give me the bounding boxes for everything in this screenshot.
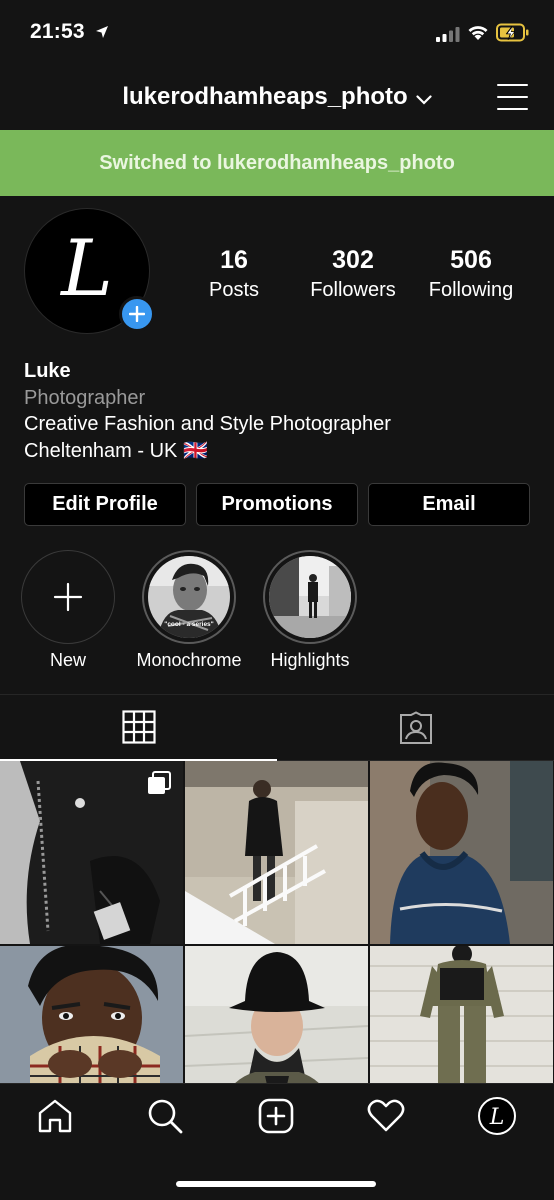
banner-text: Switched to lukerodhamheaps_photo [99, 151, 455, 174]
highlight-cover-image [269, 556, 351, 638]
promotions-button[interactable]: Promotions [196, 483, 358, 526]
plus-icon [129, 306, 145, 322]
account-switched-banner: Switched to lukerodhamheaps_photo [0, 130, 554, 196]
grid-post[interactable] [370, 946, 553, 1083]
bio-location: Cheltenham - UK 🇬🇧 [24, 439, 208, 462]
profile-header: lukerodhamheaps_photo [0, 68, 554, 130]
grid-post[interactable] [185, 761, 368, 944]
profile-name: Luke [24, 360, 71, 382]
grid-post[interactable] [0, 946, 183, 1083]
highlight-cover-text: "cool - a series" [164, 621, 214, 628]
stat-posts[interactable]: 16 Posts [196, 246, 272, 302]
nav-new-post[interactable] [256, 1096, 296, 1136]
hamburger-menu-icon[interactable] [497, 84, 528, 110]
grid-post[interactable] [370, 761, 553, 944]
stat-followers[interactable]: 302 Followers [298, 246, 408, 302]
profile-category: Photographer [24, 386, 146, 409]
profile-bio: Luke Photographer Creative Fashion and S… [24, 358, 534, 464]
highlight-highlights[interactable]: Highlights [250, 550, 370, 671]
email-button[interactable]: Email [368, 483, 530, 526]
profile-avatar-icon: L [478, 1097, 516, 1135]
clock: 21:53 [30, 20, 85, 43]
followers-label: Followers [310, 279, 396, 301]
activity-heart-icon [367, 1099, 405, 1132]
followers-count: 302 [332, 246, 374, 274]
nav-activity[interactable] [366, 1096, 406, 1136]
plus-icon [53, 582, 83, 612]
highlight-ring: "cool - a series" [142, 550, 236, 644]
signal-icon [436, 27, 460, 42]
highlight-label: New [49, 650, 86, 670]
tab-grid[interactable] [0, 695, 277, 761]
search-icon [148, 1099, 183, 1134]
nav-home[interactable] [35, 1096, 75, 1136]
highlight-ring [263, 550, 357, 644]
nav-profile[interactable]: L [477, 1096, 517, 1136]
highlight-cover-image: "cool - a series" [148, 556, 230, 638]
highlight-new[interactable]: New [8, 550, 128, 671]
posts-count: 16 [220, 246, 248, 274]
status-bar: 21:53 [0, 0, 554, 68]
wifi-icon [468, 26, 488, 40]
photo-grid [0, 761, 554, 1083]
account-switcher[interactable]: lukerodhamheaps_photo [0, 83, 554, 112]
nav-avatar-monogram: L [489, 1105, 505, 1130]
bottom-navigation: L [0, 1083, 554, 1200]
username-title: lukerodhamheaps_photo [122, 83, 408, 110]
home-icon [38, 1099, 72, 1133]
nav-search[interactable] [145, 1096, 185, 1136]
following-count: 506 [450, 246, 492, 274]
highlight-monochrome[interactable]: "cool - a series" Monochrome [129, 550, 249, 671]
highlight-label: Monochrome [136, 650, 242, 670]
tab-tagged[interactable] [277, 695, 554, 761]
new-post-icon [258, 1098, 294, 1134]
add-story-button[interactable] [119, 296, 155, 332]
stat-following[interactable]: 506 Following [420, 246, 522, 302]
following-label: Following [428, 279, 514, 301]
new-highlight-ring [21, 550, 115, 644]
chevron-down-icon [416, 84, 432, 112]
tagged-person-icon [399, 710, 432, 744]
multiple-posts-icon [148, 771, 171, 794]
location-arrow-icon [96, 26, 108, 38]
highlight-label: Highlights [270, 650, 350, 670]
profile-tabs [0, 694, 554, 761]
home-indicator[interactable] [176, 1181, 376, 1187]
battery-charging-icon [496, 23, 529, 42]
grid-post[interactable] [0, 761, 183, 944]
edit-profile-button[interactable]: Edit Profile [24, 483, 186, 526]
avatar-monogram: L [61, 224, 113, 314]
bio-line: Creative Fashion and Style Photographer [24, 413, 391, 435]
grid-icon [121, 710, 156, 744]
posts-label: Posts [208, 279, 260, 301]
grid-post[interactable] [185, 946, 368, 1083]
